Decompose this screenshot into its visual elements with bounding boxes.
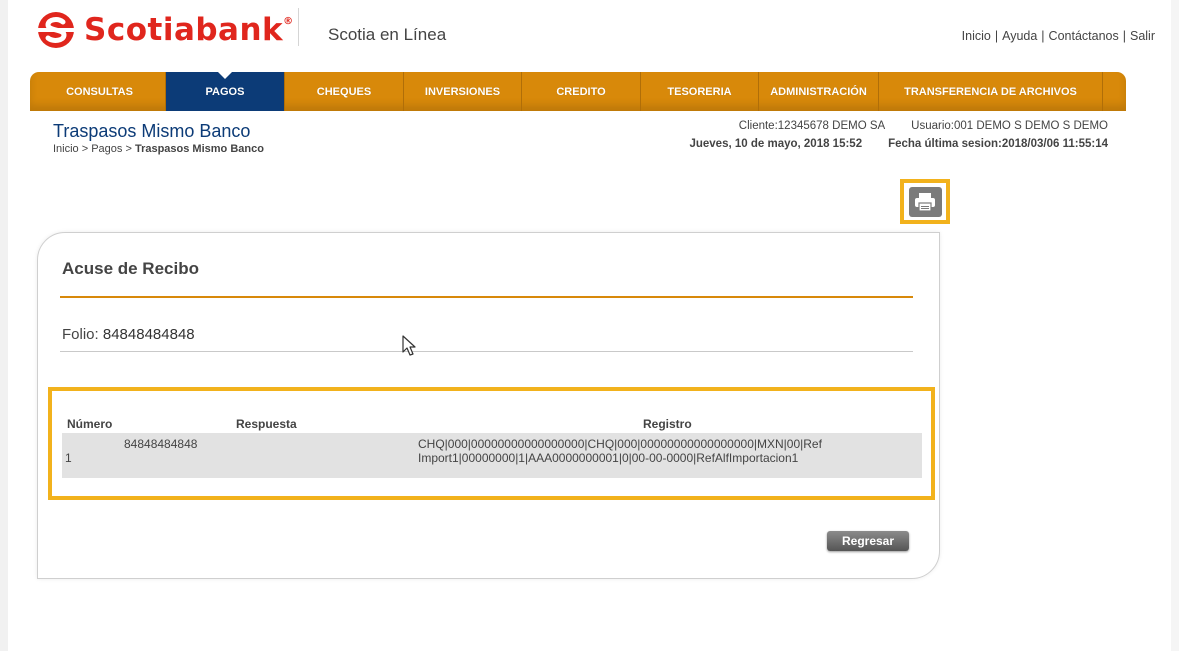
nav-pagos[interactable]: PAGOS <box>166 72 285 111</box>
header-registro: Registro <box>643 417 692 431</box>
nav-cheques[interactable]: CHEQUES <box>285 72 404 111</box>
breadcrumb-path[interactable]: Inicio > Pagos > <box>53 143 135 155</box>
results-table: Número Respuesta Registro 1 84848484848 … <box>48 387 935 500</box>
breadcrumb: Inicio > Pagos > Traspasos Mismo Banco <box>53 143 264 155</box>
row-numero: 84848484848 <box>124 437 198 451</box>
breadcrumb-current: Traspasos Mismo Banco <box>134 143 264 155</box>
last-session: Fecha última sesion:2018/03/06 11:55:14 <box>888 138 1108 150</box>
main-nav: CONSULTAS PAGOS CHEQUES INVERSIONES CRED… <box>30 72 1126 111</box>
top-links: Inicio | Ayuda | Contáctanos | Salir <box>961 29 1155 43</box>
header-respuesta: Respuesta <box>236 417 297 431</box>
link-inicio[interactable]: Inicio <box>962 29 991 43</box>
link-salir[interactable]: Salir <box>1130 29 1155 43</box>
session-info: Cliente:12345678 DEMO SA Usuario:001 DEMO… <box>689 117 1108 153</box>
folio-value: 84848484848 <box>102 326 195 343</box>
cliente-info: Cliente:12345678 DEMO SA <box>738 120 886 132</box>
regresar-button[interactable]: Regresar <box>827 531 909 551</box>
header-numero: Número <box>67 417 113 431</box>
nav-administracion[interactable]: ADMINISTRACIÓN <box>759 72 879 111</box>
folio-divider <box>60 351 913 352</box>
page-title: Traspasos Mismo Banco <box>53 121 251 141</box>
folio-label: Folio: <box>62 326 103 343</box>
scotiabank-logo-icon <box>38 12 74 48</box>
registro-line-2: Import1|00000000|1|AAA0000000001|0|00-00… <box>418 451 799 465</box>
nav-tesoreria[interactable]: TESORERIA <box>641 72 759 111</box>
page-edge-right <box>1171 0 1179 651</box>
nav-inversiones[interactable]: INVERSIONES <box>404 72 522 111</box>
receipt-card: Acuse de Recibo Folio: 84848484848 Númer… <box>37 232 940 579</box>
row-registro: CHQ|000|00000000000000000|CHQ|000|000000… <box>418 437 822 465</box>
brand-name: Scotiabank® <box>84 12 294 48</box>
registro-line-1: CHQ|000|00000000000000000|CHQ|000|000000… <box>418 437 822 451</box>
usuario-info: Usuario:001 DEMO S DEMO S DEMO <box>911 120 1108 132</box>
nav-transferencia-archivos[interactable]: TRANSFERENCIA DE ARCHIVOS <box>879 72 1103 111</box>
nav-consultas[interactable]: CONSULTAS <box>34 72 166 111</box>
print-button[interactable] <box>908 186 942 217</box>
row-index: 1 <box>65 451 72 465</box>
nav-credito[interactable]: CREDITO <box>522 72 641 111</box>
link-ayuda[interactable]: Ayuda <box>1002 29 1037 43</box>
app-name: Scotia en Línea <box>328 25 447 44</box>
printer-icon <box>915 192 935 212</box>
mouse-cursor-icon <box>402 335 416 356</box>
header-divider <box>298 8 299 46</box>
print-highlight <box>900 179 950 224</box>
current-date: Jueves, 10 de mayo, 2018 15:52 <box>689 138 863 150</box>
scotiabank-logo[interactable]: Scotiabank® <box>36 10 294 50</box>
folio: Folio: 84848484848 <box>62 326 195 343</box>
link-contactanos[interactable]: Contáctanos <box>1049 29 1119 43</box>
page-edge-left <box>0 0 8 651</box>
title-divider <box>60 296 913 298</box>
receipt-title: Acuse de Recibo <box>62 259 199 278</box>
